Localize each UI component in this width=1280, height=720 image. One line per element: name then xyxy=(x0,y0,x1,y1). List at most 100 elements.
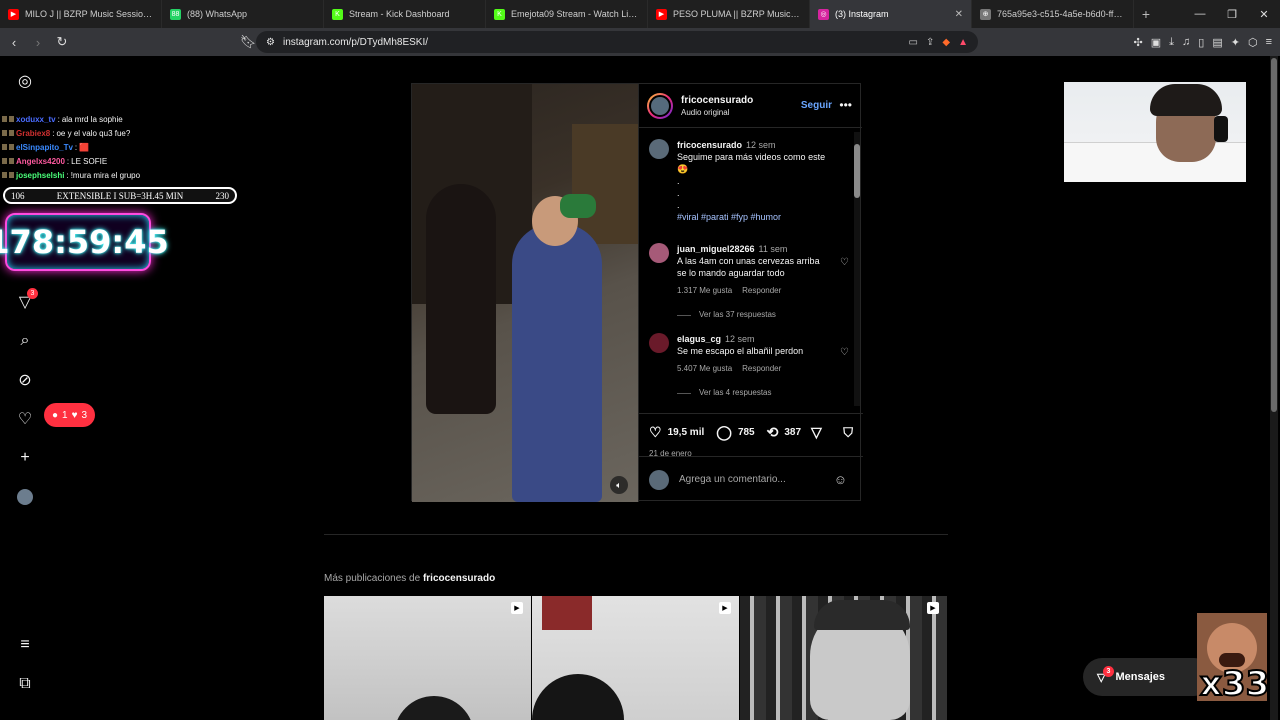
view-replies[interactable]: Ver las 37 respuestas xyxy=(677,309,849,321)
more-posts-heading: Más publicaciones de fricocensurado xyxy=(324,573,495,584)
comment-avatar[interactable] xyxy=(649,333,669,353)
more-menu-icon[interactable]: ≡ xyxy=(14,634,36,656)
comment-text: Se me escapo el albañil perdon xyxy=(677,346,804,356)
subathon-timer: 178:59:45 xyxy=(0,213,169,271)
chat-badge-icon xyxy=(2,158,7,164)
forward-icon[interactable]: › xyxy=(28,35,48,50)
tab-label: (3) Instagram xyxy=(835,9,889,19)
explore-icon[interactable]: ⊘ xyxy=(14,369,36,391)
reply-button[interactable]: Responder xyxy=(742,285,781,297)
like-icon[interactable]: ♡ xyxy=(649,424,662,441)
activity-pill[interactable]: ● 1 ♥ 3 xyxy=(44,403,96,427)
comment-avatar[interactable] xyxy=(649,243,669,263)
comment-username[interactable]: juan_miguel28266 xyxy=(677,244,755,254)
bookmark-icon[interactable]: 🔖︎ xyxy=(238,34,258,50)
browser-tab[interactable]: ◎ (3) Instagram ✕ xyxy=(810,0,972,28)
instagram-logo-icon[interactable]: ◎ xyxy=(14,70,36,92)
emote-multiplier: x33 xyxy=(1199,663,1270,705)
browser-tab[interactable]: ▶ MILO J || BZRP Music Sessions #57/6 xyxy=(0,0,162,28)
page-scrollbar-thumb[interactable] xyxy=(1271,58,1277,412)
more-options-icon[interactable]: ••• xyxy=(839,98,852,112)
share-icon[interactable]: ⇪ xyxy=(926,37,934,48)
save-icon[interactable]: ⛉ xyxy=(843,425,853,441)
browser-tab[interactable]: K Emejota09 Stream - Watch Live on K xyxy=(486,0,648,28)
cast-icon[interactable]: ▭ xyxy=(909,37,918,48)
emoji-icon[interactable]: ☺ xyxy=(834,472,847,487)
messages-button[interactable]: ▽ 3 Mensajes xyxy=(1083,658,1213,696)
heart-icon[interactable]: ♡ xyxy=(14,408,36,430)
minimize-icon[interactable]: — xyxy=(1184,8,1216,20)
reader-icon[interactable]: ▯ xyxy=(1198,36,1204,49)
create-icon[interactable]: + xyxy=(14,447,36,469)
vpn-icon[interactable]: ⬡ xyxy=(1248,36,1258,49)
extensions-icon[interactable]: ✣ xyxy=(1134,36,1143,49)
follow-button[interactable]: Seguir xyxy=(801,100,832,111)
page-scrollbar[interactable] xyxy=(1270,56,1278,720)
comment-like-icon[interactable]: ♡ xyxy=(840,257,849,268)
browser-tab[interactable]: K Stream - Kick Dashboard xyxy=(324,0,486,28)
new-tab-button[interactable]: + xyxy=(1134,6,1158,22)
author-username[interactable]: fricocensurado xyxy=(681,95,753,106)
chat-badge-icon xyxy=(2,144,7,150)
comment-username[interactable]: elagus_cg xyxy=(677,334,721,344)
tab-favicon-icon: ◎ xyxy=(818,8,829,20)
caption-dot: . xyxy=(677,200,680,210)
wallet-icon[interactable]: ▤ xyxy=(1212,36,1222,49)
caption-hashtags[interactable]: #viral #parati #fyp #humor xyxy=(677,211,849,223)
url-bar-icons: ▭ ⇪ ◆ ▲ xyxy=(909,31,968,53)
comments-scrollbar[interactable] xyxy=(854,132,860,406)
address-toolbar: ‹ › ↻ 🔖︎ ⚙ instagram.com/p/DTydMh8ESKI/ … xyxy=(0,28,1280,56)
search-icon[interactable]: ⌕ xyxy=(14,330,36,352)
comments-list: fricocensurado 12 sem Seguime para más vi… xyxy=(639,129,863,405)
share-icon[interactable]: ▽ xyxy=(811,424,822,441)
caption-text: Seguime para más videos como este xyxy=(677,152,826,162)
chat-message: Angelxs4200: LE SOFIE xyxy=(0,154,292,168)
tab-label: Emejota09 Stream - Watch Live on K xyxy=(511,9,639,19)
post-thumbnail[interactable]: ▶ xyxy=(532,596,739,720)
close-window-icon[interactable]: ✕ xyxy=(1248,8,1280,21)
reload-icon[interactable]: ↻ xyxy=(52,34,72,50)
caption-avatar[interactable] xyxy=(649,139,669,159)
view-replies[interactable]: Ver las 4 respuestas xyxy=(677,387,849,399)
apps-icon[interactable]: ⧉ xyxy=(14,673,36,695)
sidebar-toggle-icon[interactable]: ▣ xyxy=(1151,36,1161,49)
menu-icon[interactable]: ≡ xyxy=(1266,36,1272,48)
close-tab-icon[interactable]: ✕ xyxy=(955,9,963,20)
more-posts-user[interactable]: fricocensurado xyxy=(423,573,495,584)
back-icon[interactable]: ‹ xyxy=(4,35,24,50)
profile-avatar[interactable] xyxy=(14,486,36,508)
likes-count[interactable]: 19,5 mil xyxy=(668,427,705,438)
video-figure-cap xyxy=(560,194,596,218)
comment-icon[interactable]: ◯ xyxy=(716,424,732,441)
site-info-icon[interactable]: ⚙ xyxy=(266,37,275,48)
comment-like-icon[interactable]: ♡ xyxy=(840,347,849,358)
browser-tab[interactable]: ▶ PESO PLUMA || BZRP Music Session xyxy=(648,0,810,28)
restore-icon[interactable]: ❐ xyxy=(1216,8,1248,21)
notifications-filter-icon[interactable]: ▽ 3 xyxy=(14,288,38,313)
post-header: fricocensurado Audio original Seguir ••• xyxy=(639,84,862,128)
audio-label[interactable]: Audio original xyxy=(681,108,753,117)
rewards-icon[interactable]: ▲ xyxy=(958,37,968,48)
volume-icon[interactable]: 🔈︎ xyxy=(610,476,628,494)
chat-text: LE SOFIE xyxy=(71,156,108,166)
chat-badge-icon xyxy=(9,130,14,136)
reply-button[interactable]: Responder xyxy=(742,363,781,375)
add-comment-field[interactable]: Agrega un comentario... ☺ xyxy=(639,456,863,502)
browser-tab[interactable]: ⊕ 765a95e3-c515-4a5e-b6d0-ff92ffff9 xyxy=(972,0,1134,28)
download-icon[interactable]: ⤓ xyxy=(1169,36,1174,49)
media-icon[interactable]: ♫ xyxy=(1182,36,1190,48)
post-thumbnail[interactable]: ▶ xyxy=(740,596,947,720)
brave-shield-icon[interactable]: ◆ xyxy=(942,37,950,48)
caption-username[interactable]: fricocensurado xyxy=(677,140,742,150)
browser-tab[interactable]: 88 (88) WhatsApp xyxy=(162,0,324,28)
post-video[interactable]: 🔈︎ xyxy=(412,84,638,502)
author-avatar[interactable] xyxy=(647,92,673,119)
comments-scrollbar-thumb[interactable] xyxy=(854,144,860,198)
leo-icon[interactable]: ✦ xyxy=(1231,36,1240,49)
post-thumbnail[interactable]: ▶ xyxy=(324,596,531,720)
reel-icon: ▶ xyxy=(719,602,731,614)
comment-likes[interactable]: 5.407 Me gusta xyxy=(677,363,732,375)
comment-likes[interactable]: 1.317 Me gusta xyxy=(677,285,732,297)
repost-icon[interactable]: ⟲ xyxy=(767,424,779,441)
url-bar[interactable]: ⚙ instagram.com/p/DTydMh8ESKI/ ▭ ⇪ ◆ ▲ xyxy=(256,31,978,53)
